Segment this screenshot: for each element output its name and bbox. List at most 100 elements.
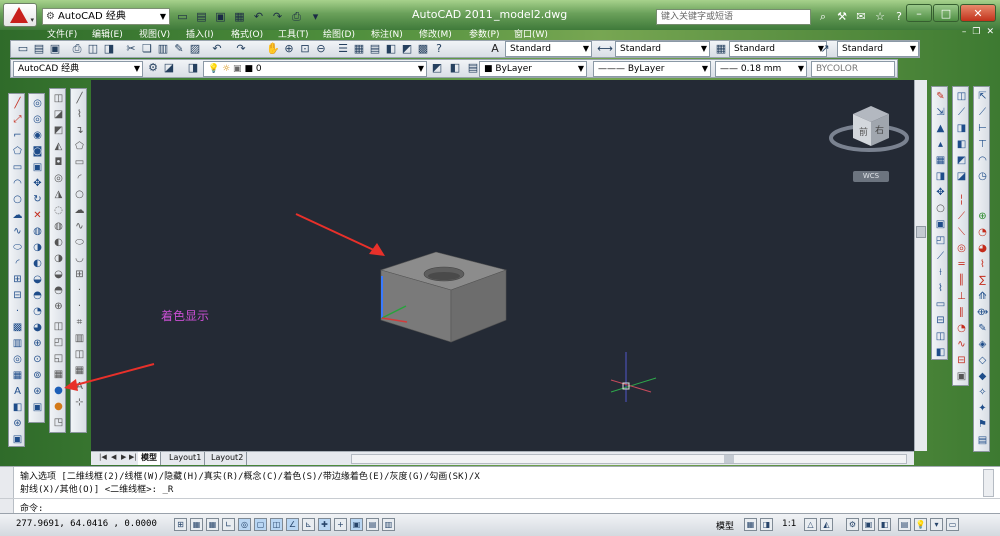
wedge-icon[interactable]: ◩ (51, 123, 66, 138)
multileader-style-select[interactable]: Standard ▼ (837, 41, 919, 57)
calculator-icon[interactable]: ▩ (415, 41, 431, 57)
ellipse-arc-icon[interactable]: ◜ (10, 256, 25, 271)
section-icon[interactable]: ⌗ (72, 315, 87, 330)
quick-dim-icon[interactable]: ▣ (933, 217, 948, 232)
binoculars-icon[interactable]: ⌕ (815, 9, 831, 25)
make-current-layer-icon[interactable]: ◩ (429, 60, 445, 76)
vertical-constraint-icon[interactable]: ║ (954, 273, 969, 288)
gear-icon[interactable]: ⚙ (145, 60, 161, 76)
aligned-dim-icon[interactable]: ⇲ (933, 105, 948, 120)
properties-icon[interactable]: ☰ (335, 41, 351, 57)
baseline-icon[interactable]: ◰ (933, 233, 948, 248)
paste-icon[interactable]: ▥ (155, 41, 171, 57)
angular-constraint-icon[interactable]: ◠ (975, 153, 990, 168)
coincident-icon[interactable]: ⟋ (954, 209, 969, 224)
box-solid-icon[interactable]: ◪ (51, 107, 66, 122)
show-all-icon[interactable]: ◇ (975, 353, 990, 368)
ordinate-icon[interactable]: ▴ (933, 137, 948, 152)
constraint-settings-icon[interactable]: ⟰ (975, 289, 990, 304)
layer-previous-icon[interactable]: ◧ (447, 60, 463, 76)
hatch-icon[interactable]: ▩ (10, 320, 25, 335)
last-tab-icon[interactable]: ▶| (129, 453, 137, 461)
circle-3d-icon[interactable]: ○ (72, 187, 87, 202)
line-3d-icon[interactable]: ╱ (72, 91, 87, 106)
symmetric-icon[interactable]: ⊟ (954, 353, 969, 368)
lineweight-toggle[interactable]: + (334, 518, 347, 531)
extrude-faces-icon[interactable]: ⌇ (72, 107, 87, 122)
minimize-icon[interactable]: – (962, 27, 967, 37)
pan-icon[interactable]: ✋ (265, 41, 281, 57)
clean-screen-icon[interactable]: ▭ (946, 518, 959, 531)
move-faces-icon[interactable]: ↴ (72, 123, 87, 138)
communication-icon[interactable]: ✉ (853, 9, 869, 25)
multileader-style-icon[interactable]: ↗ (817, 41, 833, 57)
hide-all-icon[interactable]: ◆ (975, 369, 990, 384)
dot-icon[interactable]: · (72, 299, 87, 314)
subtract-icon[interactable]: ⊚ (30, 368, 45, 383)
quick-view-drawings-icon[interactable]: ◨ (760, 518, 773, 531)
make-block-icon[interactable]: ⊟ (10, 288, 25, 303)
polygon-icon[interactable]: ⬠ (10, 144, 25, 159)
menu-draw[interactable]: 绘图(D) (323, 27, 355, 40)
convert-icon[interactable]: ◔ (975, 225, 990, 240)
coordinate-display[interactable]: 277.9691, 64.0416 , 0.0000 (16, 519, 157, 529)
application-menu-button[interactable]: ▾ (3, 3, 37, 27)
ellipse-3d-icon[interactable]: ⬭ (72, 235, 87, 250)
circle-icon[interactable]: ○ (10, 192, 25, 207)
ellipse-icon[interactable]: ⬭ (10, 240, 25, 255)
wcs-menu[interactable]: WCS (853, 171, 889, 182)
view-icon[interactable]: ◧ (10, 400, 25, 415)
cloud-icon[interactable]: ☁ (72, 203, 87, 218)
concentric-icon[interactable]: ◎ (954, 241, 969, 256)
dim-style-select[interactable]: Standard ▼ (615, 41, 710, 57)
open-folder-icon[interactable]: ▤ (31, 41, 47, 57)
plot-preview-icon[interactable]: ◫ (85, 41, 101, 57)
next-tab-icon[interactable]: ▶ (121, 453, 126, 461)
first-tab-icon[interactable]: |◀ (99, 453, 107, 461)
hatch-edit-icon[interactable]: ⟋ (954, 105, 969, 120)
cut-icon[interactable]: ✂ (123, 41, 139, 57)
dyn-toggle[interactable]: ✚ (318, 518, 331, 531)
insert-block-icon[interactable]: ⊞ (10, 272, 25, 287)
dim-edit-icon[interactable]: ◧ (933, 345, 948, 360)
attribute-edit-icon[interactable]: ◩ (954, 153, 969, 168)
redo-icon[interactable]: ↷ (269, 8, 286, 25)
continue-icon[interactable]: ⟋ (933, 249, 948, 264)
arc-length-icon[interactable]: ▲ (933, 121, 948, 136)
tab-layout1[interactable]: Layout1 (166, 452, 206, 465)
region-icon[interactable]: ◎ (10, 352, 25, 367)
polar-toggle[interactable]: ◎ (238, 518, 251, 531)
pentagon-icon[interactable]: ⬠ (72, 139, 87, 154)
ortho-toggle[interactable]: ∟ (222, 518, 235, 531)
orbit-icon[interactable]: ⊛ (10, 416, 25, 431)
scrollbar-thumb[interactable] (916, 226, 926, 238)
extrude-icon[interactable]: ◍ (51, 219, 66, 234)
command-window-grip[interactable] (0, 467, 14, 514)
erase-icon[interactable]: ◎ (30, 96, 45, 111)
menu-modify[interactable]: 修改(M) (419, 27, 452, 40)
show-dynamic-icon[interactable]: ◕ (975, 241, 990, 256)
fillet-icon[interactable]: ◕ (30, 320, 45, 335)
plot-icon[interactable]: ⎙ (288, 8, 305, 25)
parametric-help-icon[interactable]: ▤ (975, 433, 990, 448)
dim-style-icon[interactable]: ⟷ (597, 41, 613, 57)
spline-3d-icon[interactable]: ∿ (72, 219, 87, 234)
trim-icon[interactable]: ◑ (30, 240, 45, 255)
arc-icon[interactable]: ◠ (10, 176, 25, 191)
zoom-realtime-icon[interactable]: ⊕ (281, 41, 297, 57)
intersect-icon[interactable]: ⊛ (30, 384, 45, 399)
diameter-icon[interactable]: ✥ (933, 185, 948, 200)
menu-parametric[interactable]: 参数(P) (469, 27, 499, 40)
workspace-settings-icon[interactable]: ◪ (161, 60, 177, 76)
hardware-acceleration-icon[interactable]: ▤ (898, 518, 911, 531)
help-icon[interactable]: ? (891, 9, 907, 25)
spline-icon[interactable]: ∿ (10, 224, 25, 239)
menu-insert[interactable]: 插入(I) (186, 27, 214, 40)
menu-tools[interactable]: 工具(T) (278, 27, 309, 40)
help-icon[interactable]: ? (431, 41, 447, 57)
constraint-toggle-icon[interactable]: ⚑ (975, 417, 990, 432)
revision-cloud-icon[interactable]: ☁ (10, 208, 25, 223)
viewcube-right-face[interactable]: 右 (875, 124, 884, 136)
menu-file[interactable]: 文件(F) (47, 27, 77, 40)
rotate-icon[interactable]: ↻ (30, 192, 45, 207)
